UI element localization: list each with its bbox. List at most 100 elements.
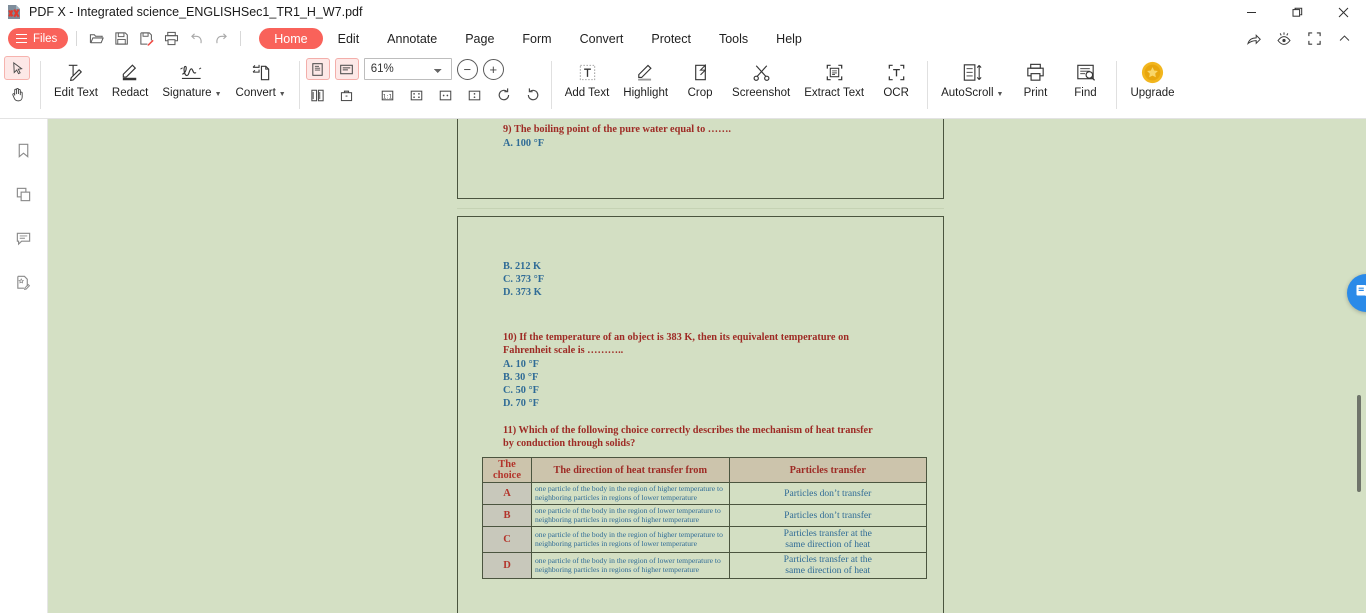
row-b-direction: one particle of the body in the region o… [531, 503, 730, 527]
print-icon[interactable] [160, 28, 182, 50]
fit-height-button[interactable] [463, 84, 487, 106]
ocr-button[interactable]: OCR [871, 53, 921, 99]
zoom-in-button[interactable]: + [482, 58, 504, 80]
add-text-button[interactable]: Add Text [558, 53, 617, 99]
chevron-down-icon: ▼ [996, 90, 1004, 98]
extract-text-button[interactable]: Extract Text [797, 53, 871, 99]
question-10-option-a: A. 10 °F [503, 359, 539, 370]
open-file-icon[interactable] [85, 28, 107, 50]
hamburger-icon [16, 33, 27, 44]
actual-size-button[interactable]: 1:1 [376, 84, 400, 106]
table-row: D one particle of the body in the region… [482, 551, 927, 579]
extract-text-icon [823, 57, 846, 87]
fit-width-view-button[interactable] [334, 58, 359, 80]
ribbon-tabs: Home Edit Annotate Page Form Convert Pro… [259, 28, 815, 49]
read-mode-eye-icon[interactable] [1270, 27, 1298, 51]
tab-edit[interactable]: Edit [325, 28, 373, 49]
fullscreen-icon[interactable] [1300, 27, 1328, 51]
divider [76, 31, 78, 46]
tab-form-label: Form [522, 31, 552, 46]
find-button[interactable]: Find [1060, 53, 1110, 99]
upgrade-label: Upgrade [1130, 87, 1175, 99]
highlight-button[interactable]: Highlight [616, 53, 675, 99]
menu-bar: Files Home Edit Annotate Page Form Conve… [0, 24, 1366, 53]
files-button[interactable]: Files [8, 28, 69, 49]
print-button[interactable]: Print [1010, 53, 1060, 99]
tab-protect[interactable]: Protect [638, 28, 704, 49]
autoscroll-label: AutoScroll ▼ [941, 87, 1003, 99]
autoscroll-icon [960, 57, 984, 87]
comments-panel-button[interactable] [10, 225, 38, 251]
fit-page-button[interactable] [405, 84, 429, 106]
zoom-level-select[interactable]: 61% [363, 58, 452, 80]
vertical-scrollbar-thumb[interactable] [1357, 395, 1361, 492]
save-as-icon[interactable] [135, 28, 157, 50]
document-canvas[interactable]: 9) The boiling point of the pure water e… [48, 119, 1366, 613]
attachments-panel-button[interactable] [10, 269, 38, 295]
add-text-label: Add Text [564, 87, 610, 99]
tab-annotate[interactable]: Annotate [374, 28, 450, 49]
edit-text-button[interactable]: Edit Text [47, 53, 105, 99]
tab-convert[interactable]: Convert [567, 28, 637, 49]
close-button[interactable] [1320, 0, 1366, 24]
row-d-particles-line2: same direction of heat [785, 565, 871, 577]
highlight-icon [634, 57, 657, 87]
screenshot-button[interactable]: Screenshot [725, 53, 797, 99]
row-c-particles: Particles transfer at the same direction… [728, 525, 927, 553]
window-title: PDF X - Integrated science_ENGLISHSec1_T… [29, 5, 363, 19]
tab-home[interactable]: Home [259, 28, 323, 49]
pdf-page-1[interactable]: 9) The boiling point of the pure water e… [457, 119, 944, 199]
question-11-text-line2: by conduction through solids? [503, 438, 636, 449]
signature-label-text: Signature [162, 87, 212, 99]
row-d-choice: D [482, 551, 532, 579]
tab-tools-label: Tools [718, 31, 749, 46]
zoom-out-button[interactable]: − [456, 58, 478, 80]
tab-protect-label: Protect [651, 31, 691, 46]
tab-form[interactable]: Form [509, 28, 564, 49]
bookmarks-panel-button[interactable] [10, 137, 38, 163]
convert-label: Convert ▼ [236, 87, 286, 99]
thumbnails-panel-button[interactable] [10, 181, 38, 207]
divider [1116, 61, 1118, 109]
hand-tool-button[interactable] [4, 82, 30, 106]
signature-button[interactable]: Signature ▼ [155, 53, 228, 99]
crop-button[interactable]: Crop [675, 53, 725, 99]
row-d-particles: Particles transfer at the same direction… [728, 551, 927, 579]
single-page-view-button[interactable] [305, 58, 330, 80]
document-star-icon [17, 275, 31, 290]
rotate-counterclockwise-button[interactable] [521, 84, 545, 106]
fit-width-button[interactable] [434, 84, 458, 106]
convert-button[interactable]: Convert ▼ [229, 53, 293, 99]
rotate-clockwise-button[interactable] [492, 84, 516, 106]
save-icon[interactable] [110, 28, 132, 50]
vertical-scrollbar[interactable] [1352, 119, 1366, 613]
pages-copy-icon [16, 187, 31, 201]
screenshot-label: Screenshot [732, 87, 791, 99]
divider [927, 61, 929, 109]
portfolio-button[interactable] [335, 84, 359, 106]
page-separator [457, 208, 944, 209]
maximize-restore-button[interactable] [1274, 0, 1320, 24]
tab-tools[interactable]: Tools [706, 28, 761, 49]
screenshot-scissors-icon [750, 57, 773, 87]
undo-icon[interactable] [185, 28, 207, 50]
redact-button[interactable]: Redact [105, 53, 155, 99]
row-d-direction-line2: neighboring particles in regions of high… [535, 565, 700, 575]
pdf-x-app-icon [6, 4, 22, 20]
table-header-choice: The choice [482, 457, 532, 483]
tab-page[interactable]: Page [452, 28, 507, 49]
tab-help[interactable]: Help [763, 28, 815, 49]
edit-text-label: Edit Text [54, 87, 98, 99]
redo-icon[interactable] [210, 28, 232, 50]
collapse-ribbon-chevron-icon[interactable] [1330, 27, 1358, 51]
minimize-button[interactable] [1228, 0, 1274, 24]
select-tool-button[interactable] [4, 56, 30, 80]
row-a-direction: one particle of the body in the region o… [531, 482, 730, 505]
upgrade-button[interactable]: Upgrade [1123, 53, 1181, 99]
pdf-page-2[interactable]: B. 212 K C. 373 °F D. 373 K 10) If the t… [457, 216, 944, 613]
autoscroll-button[interactable]: AutoScroll ▼ [934, 53, 1010, 99]
split-view-button[interactable] [306, 84, 330, 106]
row-b-particles: Particles don’t transfer [728, 503, 927, 527]
share-icon[interactable] [1240, 27, 1268, 51]
question-10-text-line1: 10) If the temperature of an object is 3… [503, 332, 849, 343]
